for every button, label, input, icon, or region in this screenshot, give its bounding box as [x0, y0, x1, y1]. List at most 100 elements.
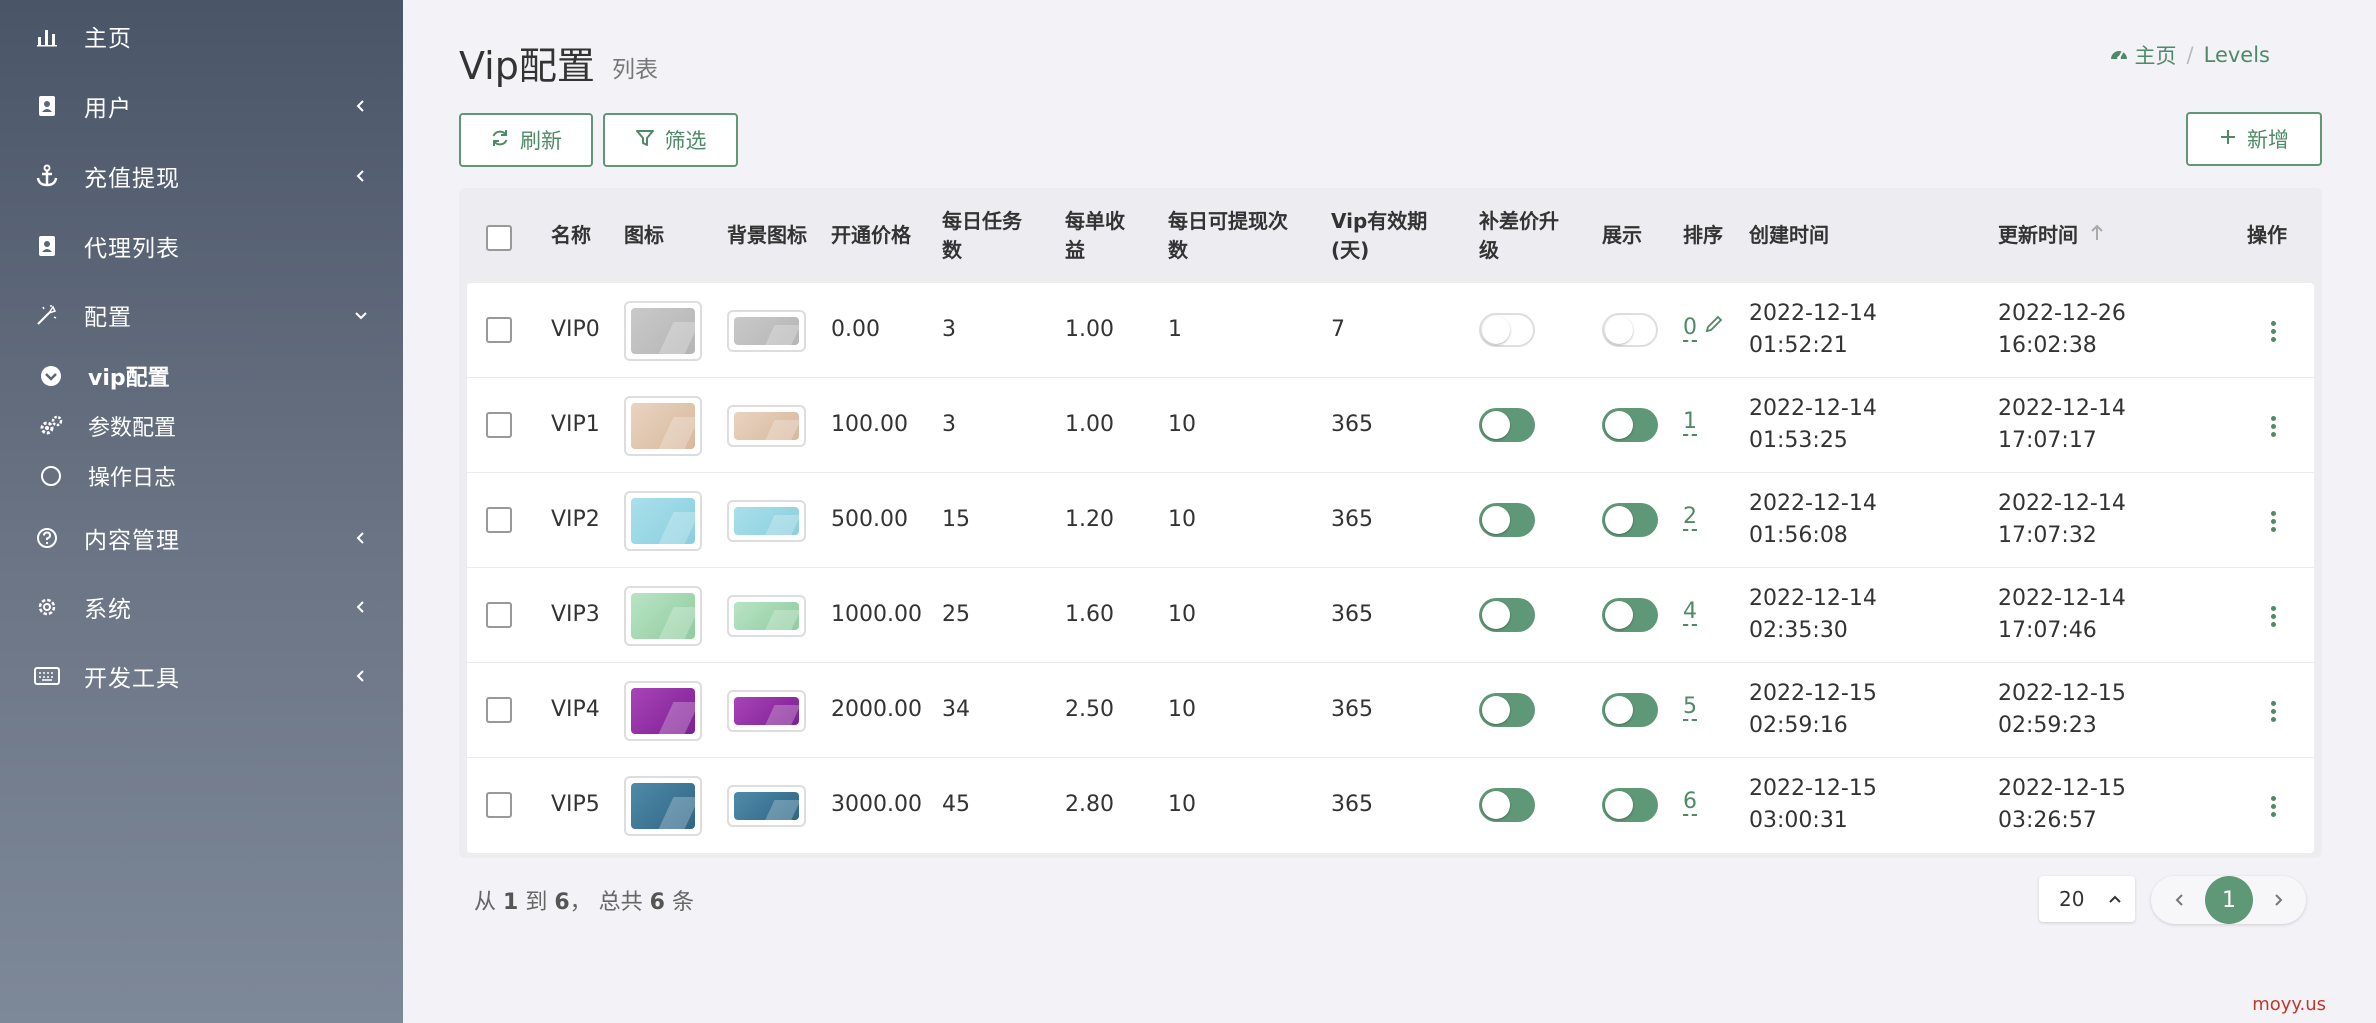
prev-page-button[interactable] [2167, 887, 2193, 913]
cell-daily-tasks: 3 [942, 317, 956, 342]
vip-icon-swatch [631, 498, 695, 544]
sidebar-subitem-logs[interactable]: 操作日志 [0, 454, 403, 498]
vip-bg-image[interactable] [727, 595, 806, 637]
upgrade-toggle[interactable] [1479, 503, 1535, 537]
refresh-button[interactable]: 刷新 [459, 113, 593, 167]
sidebar-item-label: 系统 [84, 597, 132, 623]
sidebar-item-recharge[interactable]: 充值提现 [0, 146, 403, 206]
column-header-per-income: 每单收益 [1065, 209, 1125, 262]
order-value: 5 [1683, 694, 1697, 721]
cell-per-income: 2.50 [1065, 697, 1114, 722]
vip-bg-image[interactable] [727, 310, 806, 352]
vip-icon-image[interactable] [624, 301, 702, 361]
row-actions-menu[interactable] [2263, 316, 2283, 346]
cell-price: 500.00 [831, 507, 908, 532]
order-editable[interactable]: 6 [1683, 789, 1697, 816]
sidebar-item-label: 充值提现 [84, 166, 180, 192]
show-toggle[interactable] [1602, 408, 1658, 442]
row-actions-menu[interactable] [2263, 506, 2283, 536]
sort-arrow-up-icon [2090, 221, 2104, 250]
user-card-icon [34, 233, 60, 259]
column-header-actions: 操作 [2247, 223, 2287, 247]
cell-per-income: 2.80 [1065, 792, 1114, 817]
show-toggle[interactable] [1602, 313, 1658, 347]
row-actions-menu[interactable] [2263, 411, 2283, 441]
order-editable[interactable]: 5 [1683, 694, 1697, 721]
row-checkbox[interactable] [486, 412, 512, 438]
toggle-knob [1605, 601, 1633, 629]
vip-bg-image[interactable] [727, 405, 806, 447]
vip-icon-image[interactable] [624, 491, 702, 551]
sidebar-item-content[interactable]: 内容管理 [0, 508, 403, 568]
show-toggle[interactable] [1602, 693, 1658, 727]
breadcrumb-home[interactable]: 主页 [2109, 40, 2177, 70]
vip-bg-image[interactable] [727, 690, 806, 732]
row-checkbox[interactable] [486, 792, 512, 818]
toggle-knob [1605, 316, 1633, 344]
upgrade-toggle[interactable] [1479, 598, 1535, 632]
vip-bg-swatch [734, 317, 799, 345]
bar-chart-icon [34, 23, 60, 49]
row-checkbox[interactable] [486, 507, 512, 533]
sidebar-item-label: 用户 [84, 96, 132, 122]
sidebar-item-config[interactable]: 配置 [0, 285, 403, 345]
cell-per-income: 1.00 [1065, 412, 1114, 437]
breadcrumb-current: Levels [2203, 43, 2270, 67]
show-toggle[interactable] [1602, 598, 1658, 632]
breadcrumb: 主页 / Levels [2109, 40, 2270, 70]
order-value: 2 [1683, 504, 1697, 531]
add-button[interactable]: 新增 [2186, 112, 2322, 166]
vip-icon-image[interactable] [624, 681, 702, 741]
upgrade-toggle[interactable] [1479, 788, 1535, 822]
show-toggle[interactable] [1602, 503, 1658, 537]
page-button-current[interactable]: 1 [2205, 876, 2253, 924]
row-actions-menu[interactable] [2263, 601, 2283, 631]
sidebar-subitem-label: 参数配置 [88, 416, 177, 441]
vip-bg-image[interactable] [727, 785, 806, 827]
sidebar-item-devtools[interactable]: 开发工具 [0, 646, 403, 706]
order-editable[interactable]: 1 [1683, 409, 1697, 436]
upgrade-toggle[interactable] [1479, 313, 1535, 347]
upgrade-toggle[interactable] [1479, 408, 1535, 442]
column-header-updated[interactable]: 更新时间 [1998, 221, 2104, 250]
order-editable[interactable]: 4 [1683, 599, 1697, 626]
toggle-knob [1482, 506, 1510, 534]
table-body: VIP0 0.00 3 1.00 1 7 0 2022-12-14 01:52:21 2022-… [467, 283, 2314, 853]
sidebar-item-home[interactable]: 主页 [0, 6, 403, 66]
row-actions-menu[interactable] [2263, 791, 2283, 821]
vip-bg-image[interactable] [727, 500, 806, 542]
cell-daily-tasks: 15 [942, 507, 970, 532]
page-title: Vip配置 [459, 44, 595, 88]
page-size-select[interactable]: 20 [2039, 876, 2135, 922]
row-checkbox[interactable] [486, 602, 512, 628]
upgrade-toggle[interactable] [1479, 693, 1535, 727]
order-editable[interactable]: 2 [1683, 504, 1697, 531]
cell-price: 0.00 [831, 317, 880, 342]
row-checkbox[interactable] [486, 697, 512, 723]
row-checkbox[interactable] [486, 317, 512, 343]
vip-icon-image[interactable] [624, 586, 702, 646]
toggle-knob [1482, 411, 1510, 439]
sidebar-item-users[interactable]: 用户 [0, 76, 403, 136]
sidebar-subitem-params[interactable]: 参数配置 [0, 404, 403, 448]
sidebar-subitem-label: 操作日志 [88, 466, 177, 491]
next-page-button[interactable] [2265, 887, 2291, 913]
sidebar-subitem-vip-config[interactable]: vip配置 [0, 354, 403, 398]
sidebar-item-system[interactable]: 系统 [0, 577, 403, 637]
select-all-checkbox[interactable] [486, 225, 512, 251]
chevron-left-icon [350, 665, 372, 687]
sidebar-item-agents[interactable]: 代理列表 [0, 216, 403, 276]
cell-daily-withdraw: 10 [1168, 697, 1196, 722]
vip-icon-image[interactable] [624, 776, 702, 836]
vip-icon-image[interactable] [624, 396, 702, 456]
filter-button[interactable]: 筛选 [603, 113, 738, 167]
question-icon [34, 525, 60, 551]
sidebar-item-label: 主页 [84, 26, 132, 52]
sidebar: 主页 用户 充值提现 代理列表 配置 vip配置 参数配置 操作日志 内容管理 … [0, 0, 403, 1023]
row-actions-menu[interactable] [2263, 696, 2283, 726]
toggle-knob [1605, 411, 1633, 439]
column-header-upgrade: 补差价升级 [1479, 209, 1559, 262]
show-toggle[interactable] [1602, 788, 1658, 822]
vip-icon-swatch [631, 688, 695, 734]
order-editable[interactable]: 0 [1683, 314, 1724, 342]
